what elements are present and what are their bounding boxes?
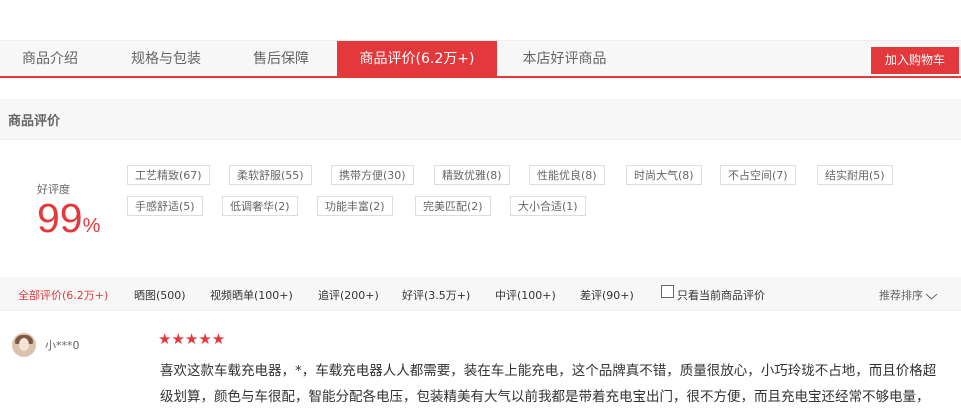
tab-product-intro[interactable]: 商品介绍 xyxy=(0,41,100,77)
filter-photos[interactable]: 晒图(500) xyxy=(134,287,186,303)
sort-label: 推荐排序 xyxy=(879,289,923,302)
filter-negative[interactable]: 差评(90+) xyxy=(580,287,634,303)
review-tag[interactable]: 性能优良(8) xyxy=(529,165,605,185)
tab-specs[interactable]: 规格与包装 xyxy=(116,41,216,77)
avatar xyxy=(12,333,36,357)
review-tag[interactable]: 大小合适(1) xyxy=(510,196,586,216)
filter-all-reviews[interactable]: 全部评价(6.2万+) xyxy=(18,287,108,303)
filter-neutral[interactable]: 中评(100+) xyxy=(495,287,556,303)
review-text-line: 级划算，颜色与车很配，智能分配各电压，包装精美有大气以前我都是带着充电宝出门，很… xyxy=(160,389,930,405)
review-tag[interactable]: 柔软舒服(55) xyxy=(229,165,312,185)
only-current-label[interactable]: 只看当前商品评价 xyxy=(677,287,765,303)
review-filter-bar: 全部评价(6.2万+) 晒图(500) 视频晒单(100+) 追评(200+) … xyxy=(0,277,961,311)
positive-rate-number: 99 xyxy=(37,195,83,241)
review-tag[interactable]: 工艺精致(67) xyxy=(127,165,210,185)
review-tag[interactable]: 携带方便(30) xyxy=(331,165,414,185)
review-text-line: 喜欢这款车载充电器，*，车载充电器人人都需要，装在车上能充电，这个品牌真不错，质… xyxy=(160,363,937,379)
review-tag[interactable]: 手感舒适(5) xyxy=(127,196,203,216)
review-tag[interactable]: 功能丰富(2) xyxy=(317,196,393,216)
filter-video[interactable]: 视频晒单(100+) xyxy=(210,287,293,303)
filter-positive[interactable]: 好评(3.5万+) xyxy=(402,287,470,303)
tab-after-sales[interactable]: 售后保障 xyxy=(231,41,331,77)
review-username: 小***0 xyxy=(45,339,80,352)
filter-followup[interactable]: 追评(200+) xyxy=(318,287,379,303)
tab-reviews[interactable]: 商品评价(6.2万+) xyxy=(337,41,497,77)
review-tag[interactable]: 结实耐用(5) xyxy=(817,165,893,185)
tab-store-top-products[interactable]: 本店好评商品 xyxy=(512,41,617,77)
sort-dropdown[interactable]: 推荐排序 xyxy=(879,287,938,303)
review-tag[interactable]: 完美匹配(2) xyxy=(415,196,491,216)
review-tag[interactable]: 不占空间(7) xyxy=(720,165,796,185)
rating-stars: ★★★★★ xyxy=(158,330,226,348)
review-text: 喜欢这款车载充电器，*，车载充电器人人都需要，装在车上能充电，这个品牌真不错，质… xyxy=(160,358,960,410)
add-to-cart-button[interactable]: 加入购物车 xyxy=(871,47,959,74)
product-tab-bar: 商品介绍 规格与包装 售后保障 商品评价(6.2万+) 本店好评商品 xyxy=(0,40,961,78)
chevron-down-icon xyxy=(923,289,938,302)
section-title: 商品评价 xyxy=(8,114,61,129)
only-current-checkbox[interactable] xyxy=(661,285,674,298)
positive-rate-value: 99% xyxy=(37,194,100,250)
reviews-section-header: 商品评价 xyxy=(0,99,961,140)
review-tag[interactable]: 时尚大气(8) xyxy=(626,165,702,185)
review-tag[interactable]: 精致优雅(8) xyxy=(434,165,510,185)
positive-rate-unit: % xyxy=(82,215,101,237)
review-tag[interactable]: 低调奢华(2) xyxy=(222,196,298,216)
